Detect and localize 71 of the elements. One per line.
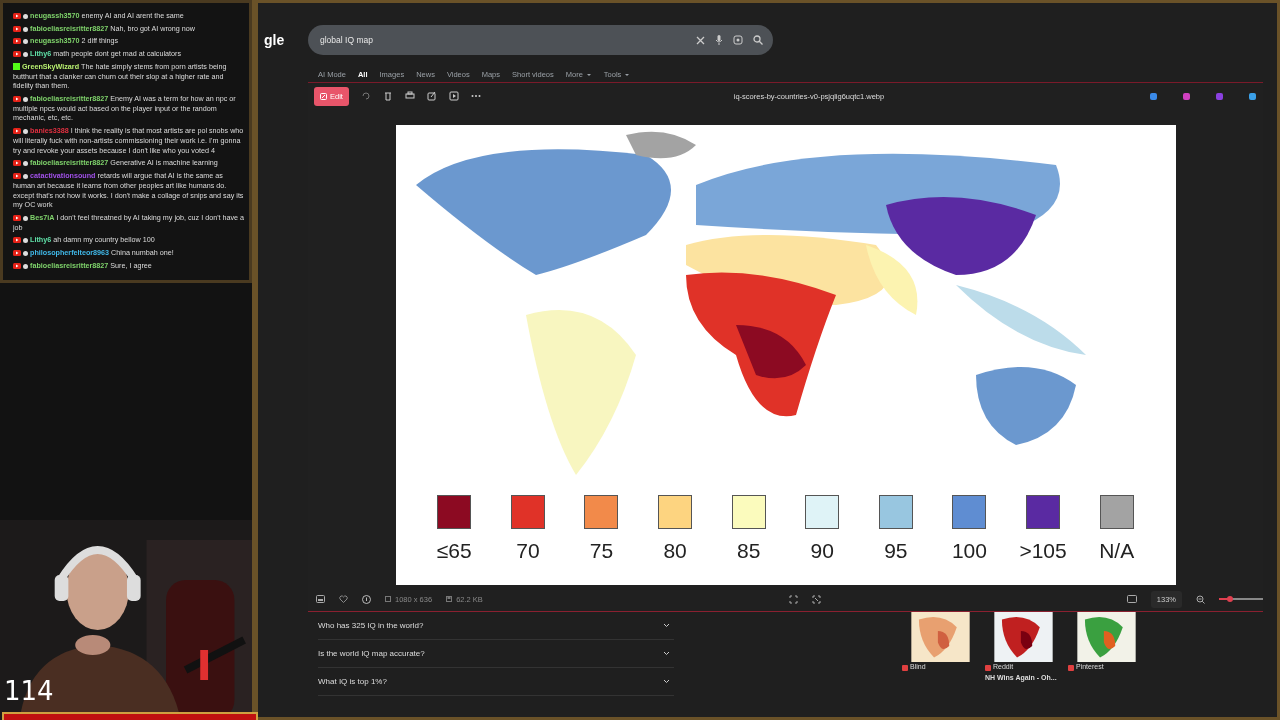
legend-label: 90 [810,538,834,565]
fullscreen-icon[interactable] [1126,595,1137,604]
close-icon[interactable] [696,35,705,45]
legend-label: 100 [951,538,987,565]
youtube-icon [13,250,21,257]
legend-label: 85 [737,538,761,565]
pencil-icon [320,92,327,100]
viewer-count: 114 [4,678,54,704]
search-bar[interactable]: global IQ map [308,25,773,55]
avatar-icon [23,52,28,58]
avatar-icon [23,161,28,167]
avatar-icon [23,14,28,19]
legend-label: ≤65 [436,538,472,565]
youtube-icon [13,96,21,103]
youtube-icon [13,214,21,221]
chevron-icon [663,623,670,629]
app-icon[interactable] [1182,91,1191,101]
camera-icon[interactable] [733,35,743,45]
avatar-icon [23,215,28,221]
avatar-icon [23,26,28,32]
youtube-icon [13,128,21,135]
legend-label: >105 [1019,538,1067,565]
youtube-icon [13,51,21,58]
youtube-icon [13,38,21,45]
slider-thumb[interactable] [1227,596,1233,603]
heart-icon[interactable] [339,595,348,604]
avatar-icon [23,174,28,180]
app-icon[interactable] [1215,91,1224,101]
youtube-icon [13,160,21,167]
disk-icon [446,596,453,603]
cloud-icon[interactable] [1248,91,1257,101]
avatar-icon [23,238,28,244]
faq-question[interactable]: Who has 325 IQ in the world? [318,612,674,641]
youtube-icon [13,25,21,32]
chevron-icon [663,651,670,657]
zoom-out-icon[interactable] [1196,594,1205,604]
legend-label: 75 [589,538,614,565]
image-icon [385,596,391,603]
legend-label: N/A [1099,538,1135,565]
avatar-icon [23,39,28,45]
zoom-slider[interactable] [1219,598,1263,601]
logo[interactable]: gle [264,29,308,51]
faq-question[interactable]: What IQ is top 1%? [318,668,674,697]
slideshow-icon[interactable] [448,91,459,102]
microphone-icon[interactable] [715,35,723,45]
rotate-icon[interactable] [360,91,371,102]
youtube-icon [13,262,21,269]
chevron-icon [663,679,670,685]
avatar-icon [23,129,28,135]
search-icon[interactable] [753,35,763,45]
delete-icon[interactable] [382,91,393,102]
site-icon [902,664,908,671]
youtube-icon [13,237,21,244]
legend-label: 70 [516,538,540,565]
app-icon[interactable] [1149,91,1158,101]
print-icon[interactable] [404,91,415,102]
fit-icon[interactable] [788,594,798,604]
info-icon[interactable] [362,594,371,604]
faq-question[interactable]: Is the world IQ map accurate? [318,640,674,669]
avatar-icon [23,97,28,103]
youtube-icon [13,173,21,180]
legend-label: 95 [884,538,908,565]
platform-icon [13,62,20,70]
legend-label: 80 [663,538,687,565]
panel-icon[interactable] [316,595,325,604]
youtube-icon [13,13,21,19]
site-icon [985,664,991,671]
site-icon [1068,664,1074,671]
search-field[interactable]: global IQ map [318,32,686,48]
scan-icon[interactable] [811,594,821,604]
share-icon[interactable] [426,91,437,102]
